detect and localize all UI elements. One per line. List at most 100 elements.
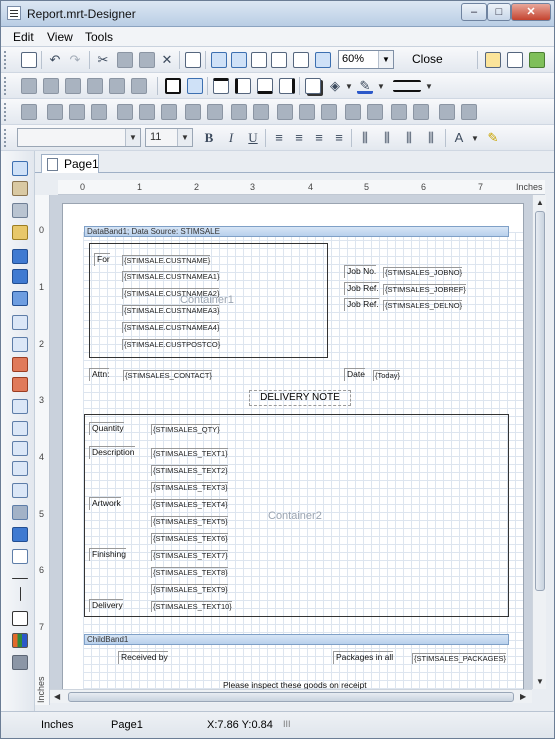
align-top-icon[interactable] [117, 104, 133, 120]
chevron-down-icon[interactable]: ▼ [425, 82, 433, 91]
report-page[interactable]: DataBand1; Data Source: STIMSALE Contain… [62, 203, 524, 689]
underline-button[interactable]: U [245, 130, 261, 146]
move-forward-icon[interactable] [391, 104, 407, 120]
text7-field[interactable]: {STIMSALES_TEXT7} [151, 550, 228, 561]
align-bottom-icon[interactable] [161, 104, 177, 120]
picture-icon[interactable] [12, 483, 28, 498]
horizontal-line-icon[interactable] [12, 578, 28, 579]
bold-button[interactable]: B [201, 130, 217, 146]
link-icon[interactable] [461, 104, 477, 120]
border-style-icon[interactable] [393, 80, 421, 92]
shadow-icon[interactable] [305, 78, 321, 94]
barcode-icon[interactable] [12, 377, 28, 392]
options-icon[interactable] [529, 52, 545, 68]
panel-icon[interactable] [12, 399, 28, 414]
border-color-icon[interactable]: ✎ [357, 78, 373, 94]
align-to-grid-icon[interactable] [231, 52, 247, 68]
format-painter-icon[interactable] [12, 225, 28, 240]
chevron-down-icon[interactable]: ▼ [471, 134, 479, 143]
tab-page1[interactable]: Page1 [41, 154, 99, 173]
fill-color-icon[interactable]: ◈ [327, 78, 343, 94]
text-editor-icon[interactable] [12, 203, 28, 218]
shape-icon[interactable] [12, 549, 28, 564]
show-rulers-icon[interactable] [271, 52, 287, 68]
custpostco-field[interactable]: {STIMSALE.CUSTPOSTCO} [122, 339, 221, 350]
font-color-button[interactable]: A [451, 130, 467, 146]
lock-icon[interactable] [439, 104, 455, 120]
text1-field[interactable]: {STIMSALES_TEXT1} [151, 448, 228, 459]
text-component-icon[interactable] [12, 315, 28, 330]
custname-a3-field[interactable]: {STIMSALE.CUSTNAMEA3} [122, 305, 220, 316]
scroll-up-icon[interactable]: ▲ [536, 198, 544, 207]
jobref-field[interactable]: {STIMSALES_JOBREF} [383, 284, 466, 295]
align-left-icon[interactable] [47, 104, 63, 120]
container-icon[interactable] [12, 421, 28, 436]
cut-icon[interactable]: ✂ [95, 52, 111, 68]
today-field[interactable]: {Today} [373, 370, 401, 381]
text5-field[interactable]: {STIMSALES_TEXT5} [151, 516, 228, 527]
text8-field[interactable]: {STIMSALES_TEXT8} [151, 567, 228, 578]
checkbox-icon[interactable] [12, 527, 28, 542]
no-border-icon[interactable] [187, 78, 203, 94]
move-backward-icon[interactable] [87, 78, 103, 94]
maximize-button[interactable]: □ [487, 3, 511, 21]
chart-icon[interactable] [12, 461, 28, 476]
databand-header[interactable]: DataBand1; Data Source: STIMSALE [84, 226, 509, 237]
align-left-edge-icon[interactable] [21, 78, 37, 94]
image-icon[interactable] [12, 357, 28, 372]
italic-button[interactable]: I [223, 130, 239, 146]
top-border-icon[interactable] [213, 78, 229, 94]
table-icon[interactable] [12, 441, 28, 456]
scroll-down-icon[interactable]: ▼ [536, 677, 544, 686]
custname-a4-field[interactable]: {STIMSALE.CUSTNAMEA4} [122, 322, 220, 333]
copy-icon[interactable] [117, 52, 133, 68]
all-borders-icon[interactable] [165, 78, 181, 94]
close-window-button[interactable]: ✕ [511, 3, 551, 21]
subreport-icon[interactable] [12, 291, 28, 306]
text6-field[interactable]: {STIMSALES_TEXT6} [151, 533, 228, 544]
chevron-down-icon[interactable]: ▼ [377, 82, 385, 91]
preview-icon[interactable] [315, 52, 331, 68]
make-vertical-spacing-icon[interactable] [253, 104, 269, 120]
qty-field[interactable]: {STIMSALES_QTY} [151, 424, 220, 435]
vertical-align-top-icon[interactable]: ⫼ [357, 130, 373, 146]
custname-field[interactable]: {STIMSALE.CUSTNAME} [122, 255, 211, 266]
align-hcenter-icon[interactable] [69, 104, 85, 120]
vertical-scrollbar[interactable]: ▲ ▼ [532, 195, 546, 689]
vertical-align-center-icon[interactable]: ⫼ [379, 130, 395, 146]
align-to-grid-icon[interactable] [21, 104, 37, 120]
select-all-icon[interactable] [185, 52, 201, 68]
font-size-select[interactable]: 11 ▼ [145, 128, 193, 147]
menu-view[interactable]: View [47, 30, 73, 44]
text-align-center-icon[interactable]: ≡ [291, 130, 307, 146]
center-vertically-icon[interactable] [207, 104, 223, 120]
move-forward-icon[interactable] [65, 78, 81, 94]
text2-field[interactable]: {STIMSALES_TEXT2} [151, 465, 228, 476]
spacing-icon[interactable] [131, 78, 147, 94]
size-icon[interactable] [109, 78, 125, 94]
close-designer-button[interactable]: Close [412, 52, 443, 66]
font-name-select[interactable]: ▼ [17, 128, 141, 147]
save-icon[interactable] [21, 52, 37, 68]
delno-field[interactable]: {STIMSALES_DELNO} [383, 300, 463, 311]
text9-field[interactable]: {STIMSALES_TEXT9} [151, 584, 228, 595]
scroll-left-icon[interactable]: ◀ [54, 692, 60, 701]
jobno-field[interactable]: {STIMSALES_JOBNO} [383, 267, 463, 278]
report-tree-icon[interactable] [507, 52, 523, 68]
rich-text-icon[interactable] [12, 337, 28, 352]
menu-tools[interactable]: Tools [85, 30, 113, 44]
make-same-height-icon[interactable] [321, 104, 337, 120]
send-to-back-icon[interactable] [367, 104, 383, 120]
dictionary-icon[interactable] [485, 52, 501, 68]
paste-icon[interactable] [139, 52, 155, 68]
page-setup-icon[interactable] [293, 52, 309, 68]
menu-edit[interactable]: Edit [13, 30, 34, 44]
text-justify-icon[interactable]: ≡ [331, 130, 347, 146]
right-border-icon[interactable] [279, 78, 295, 94]
make-same-width-icon[interactable] [299, 104, 315, 120]
scroll-right-icon[interactable]: ▶ [520, 692, 526, 701]
hand-icon[interactable] [12, 181, 28, 196]
vertical-align-bottom-icon[interactable]: ⫼ [401, 130, 417, 146]
minimize-button[interactable]: – [461, 3, 487, 21]
redo-icon[interactable]: ↷ [67, 52, 83, 68]
